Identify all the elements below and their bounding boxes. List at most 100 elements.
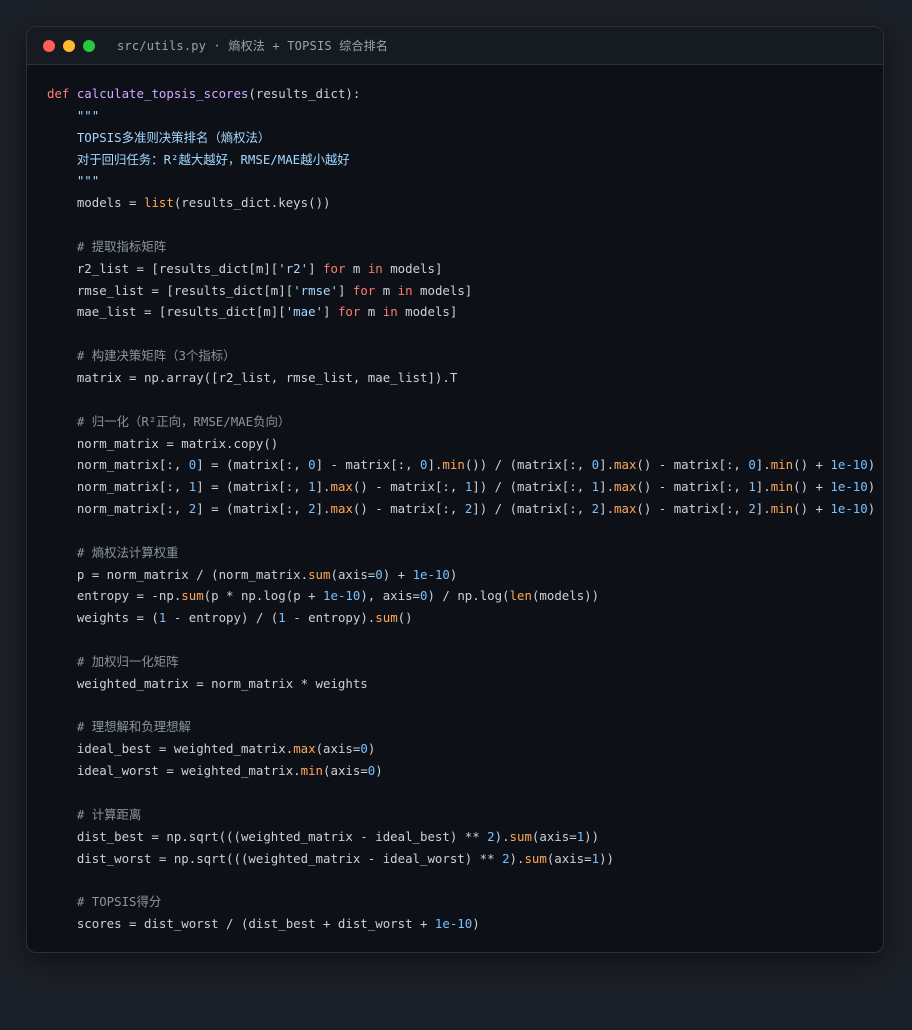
builtin-token: min	[770, 457, 794, 473]
code-token: () - matrix[:,	[352, 501, 465, 517]
code-token: ]) / (matrix[:,	[472, 479, 592, 495]
code-token: (axis=	[315, 741, 361, 757]
code-token: ].	[599, 479, 615, 495]
builtin-token: min	[300, 763, 324, 779]
code-token: ))	[599, 850, 614, 866]
code-token: () - matrix[:,	[636, 457, 749, 473]
code-line: # 提取指标矩阵	[47, 236, 875, 258]
code-line: # 熵权法计算权重	[47, 542, 875, 564]
code-token: ))	[584, 828, 600, 844]
number-token: 0	[748, 457, 756, 473]
code-token: - entropy).	[285, 610, 376, 626]
code-token: )	[867, 457, 876, 473]
code-line: norm_matrix[:, 0] = (matrix[:, 0] - matr…	[47, 454, 875, 476]
code-token: ()) / (matrix[:,	[464, 457, 592, 473]
keyword-token: for	[337, 304, 361, 320]
code-token: r2_list = [results_dict[m][	[47, 260, 279, 276]
code-line: # 计算距离	[47, 804, 875, 826]
builtin-token: min	[442, 457, 465, 473]
code-block[interactable]: def calculate_topsis_scores(results_dict…	[47, 83, 875, 935]
code-token: )	[867, 479, 876, 495]
code-token: ideal_worst = weighted_matrix.	[47, 763, 301, 779]
code-token: ].	[315, 501, 331, 517]
code-token: ] = (matrix[:,	[196, 457, 309, 473]
code-token: () - matrix[:,	[636, 479, 749, 495]
code-token: ) / np.log(	[427, 588, 510, 604]
code-token: (p * np.log(p +	[203, 588, 324, 604]
code-line: """	[47, 105, 875, 127]
string-token: 'rmse'	[293, 282, 338, 298]
code-token: norm_matrix = matrix.copy()	[47, 435, 279, 451]
code-token: ]	[308, 260, 324, 276]
code-token: norm_matrix[:,	[47, 479, 189, 495]
comment-token: # 加权归一化矩阵	[47, 653, 179, 669]
builtin-token: sum	[524, 850, 547, 866]
window-title: src/utils.py · 熵权法 + TOPSIS 综合排名	[117, 39, 389, 53]
number-token: 1e-10	[830, 457, 868, 473]
number-token: 1	[308, 479, 316, 495]
code-line: weighted_matrix = norm_matrix * weights	[47, 673, 875, 695]
code-token: mae_list = [results_dict[m][	[47, 304, 286, 320]
code-token: ].	[315, 479, 331, 495]
zoom-button[interactable]	[83, 39, 95, 52]
code-token: ].	[755, 501, 771, 517]
code-token: ] = (matrix[:,	[196, 479, 309, 495]
code-token: norm_matrix[:,	[47, 457, 189, 473]
code-token: rmse_list = [results_dict[m][	[47, 282, 294, 298]
code-line: # 构建决策矩阵（3个指标）	[47, 345, 875, 367]
code-window: src/utils.py · 熵权法 + TOPSIS 综合排名 def cal…	[26, 26, 884, 953]
code-line: ideal_best = weighted_matrix.max(axis=0)	[47, 738, 875, 760]
code-token: (results_dict):	[248, 86, 361, 101]
code-line: 对于回归任务：R²越大越好，RMSE/MAE越小越好	[47, 149, 875, 171]
number-token: 1e-10	[412, 566, 450, 582]
code-token: )	[472, 916, 480, 932]
code-token: () - matrix[:,	[352, 479, 465, 495]
keyword-token: in	[397, 282, 413, 298]
code-token: (axis=	[531, 828, 577, 844]
builtin-token: sum	[375, 610, 398, 626]
code-token: ].	[755, 479, 771, 495]
string-token: 'mae'	[285, 304, 324, 320]
code-token: weighted_matrix = norm_matrix * weights	[47, 675, 368, 691]
code-line: dist_worst = np.sqrt(((weighted_matrix -…	[47, 848, 875, 870]
number-token: 0	[360, 741, 368, 757]
code-token: entropy = -np.	[47, 588, 182, 604]
code-token: (results_dict.keys())	[173, 195, 331, 211]
keyword-token: in	[367, 260, 383, 276]
builtin-token: list	[143, 195, 174, 211]
code-line: # TOPSIS得分	[47, 891, 875, 913]
code-token: () +	[793, 479, 831, 495]
code-token: ]	[337, 282, 353, 298]
minimize-button[interactable]	[63, 39, 75, 52]
code-token: p = norm_matrix / (norm_matrix.	[47, 566, 309, 582]
code-line: models = list(results_dict.keys())	[47, 192, 875, 214]
code-token: )	[375, 763, 383, 779]
code-line: entropy = -np.sum(p * np.log(p + 1e-10),…	[47, 585, 875, 607]
code-token: - entropy) / (	[166, 610, 279, 626]
comment-token: # 熵权法计算权重	[47, 544, 179, 560]
code-line: matrix = np.array([r2_list, rmse_list, m…	[47, 367, 875, 389]
code-token: m	[375, 282, 398, 298]
code-token: models]	[382, 260, 443, 276]
string-token: TOPSIS多准则决策排名（熵权法）	[47, 129, 271, 145]
comment-token: # 计算距离	[47, 806, 142, 822]
number-token: 2	[748, 501, 756, 517]
close-button[interactable]	[43, 39, 55, 52]
builtin-token: sum	[181, 588, 204, 604]
code-token: models]	[412, 282, 473, 298]
code-token: () +	[793, 501, 831, 517]
number-token: 1	[748, 479, 756, 495]
builtin-token: len	[509, 588, 532, 604]
function-name-token: calculate_topsis_scores	[76, 86, 249, 101]
code-line: r2_list = [results_dict[m]['r2'] for m i…	[47, 258, 875, 280]
code-token: ].	[599, 501, 615, 517]
comment-token: # 构建决策矩阵（3个指标）	[47, 348, 236, 364]
builtin-token: max	[293, 741, 316, 757]
code-token: scores = dist_worst / (dist_best + dist_…	[47, 916, 435, 932]
